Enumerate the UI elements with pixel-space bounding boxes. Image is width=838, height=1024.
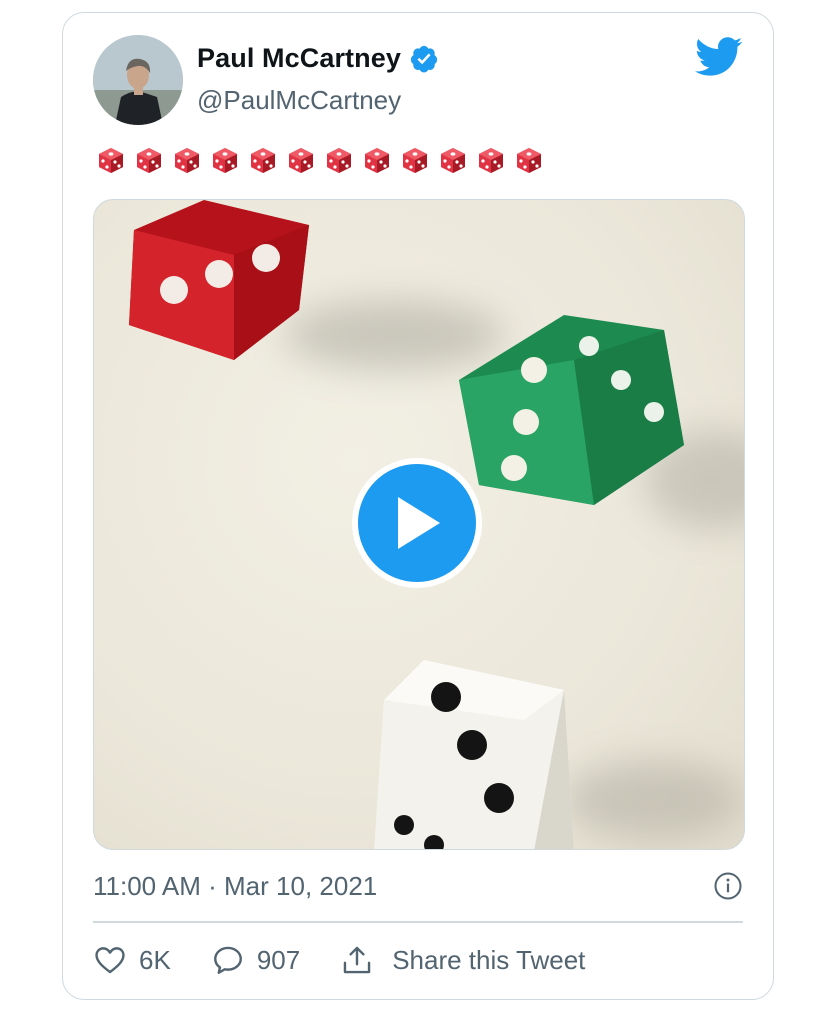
tweet-card: Paul McCartney @PaulMcCartney 11:00 AM ·… <box>62 12 774 1000</box>
author-handle[interactable]: @PaulMcCartney <box>197 85 401 116</box>
tweet-timestamp[interactable]: 11:00 AM · Mar 10, 2021 <box>93 871 377 902</box>
heart-icon <box>95 947 125 974</box>
like-button[interactable]: 6K <box>93 943 171 977</box>
share-button[interactable]: Share this Tweet <box>340 943 585 977</box>
info-icon[interactable] <box>713 871 743 901</box>
avatar[interactable] <box>93 35 183 125</box>
video-thumbnail[interactable] <box>93 199 745 850</box>
author-display-name[interactable]: Paul McCartney <box>197 43 401 74</box>
game-die-emoji-icon <box>137 148 161 173</box>
reply-bubble-icon <box>213 946 242 974</box>
verified-badge-icon <box>410 45 438 72</box>
avatar-image <box>93 35 183 125</box>
game-die-emoji-icon <box>251 148 275 173</box>
game-die-emoji-icon <box>175 148 199 173</box>
red-die <box>129 200 309 360</box>
game-die-emoji-icon <box>441 148 465 173</box>
game-die-emoji-icon <box>213 148 237 173</box>
divider <box>93 921 743 923</box>
game-die-emoji-icon <box>365 148 389 173</box>
game-die-emoji-icon <box>289 148 313 173</box>
reply-count: 907 <box>256 944 301 975</box>
game-die-emoji-icon <box>99 148 123 173</box>
game-die-emoji-icon <box>327 148 351 173</box>
play-button[interactable] <box>352 458 482 588</box>
white-die <box>374 660 574 849</box>
game-die-emoji-icon <box>403 148 427 173</box>
tweet-actions: 6K 907 Share this Tweet <box>93 943 585 977</box>
like-count: 6K <box>139 944 171 975</box>
share-label: Share this Tweet <box>392 944 586 975</box>
reply-button[interactable]: 907 <box>211 943 300 977</box>
share-icon <box>343 946 371 974</box>
twitter-bird-icon[interactable] <box>695 37 743 77</box>
game-die-emoji-icon <box>479 148 503 173</box>
tweet-text <box>95 144 545 176</box>
game-die-emoji-icon <box>517 148 541 173</box>
play-icon <box>398 497 440 549</box>
